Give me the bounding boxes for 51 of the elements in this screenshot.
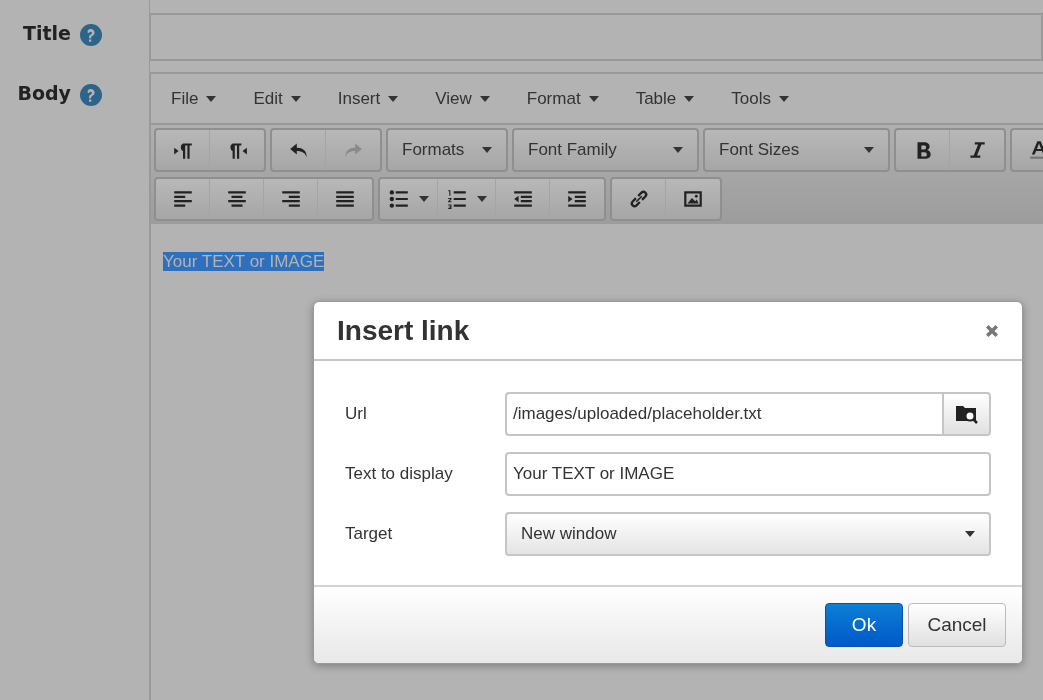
dialog-title: Insert link (337, 314, 470, 347)
editor-text: Your TEXT or IMAGE (163, 252, 325, 271)
dropdown-button[interactable]: Font Sizes (705, 130, 888, 170)
caret-icon (482, 147, 492, 153)
folder-search-icon (954, 403, 979, 425)
cancel-button[interactable]: Cancel (908, 603, 1006, 647)
align-center-icon (225, 188, 248, 210)
field-label: Target (345, 524, 394, 544)
menu-item[interactable]: Edit (241, 88, 313, 109)
help-icon[interactable] (80, 24, 102, 46)
field-label: Text to display (345, 464, 454, 484)
browse-button[interactable] (942, 392, 991, 436)
menu-item[interactable]: Tools (719, 88, 801, 109)
caret-icon (477, 196, 487, 202)
menu-item[interactable]: Insert (325, 88, 411, 109)
align-left-icon (171, 188, 194, 210)
numbered-list-icon (446, 188, 468, 210)
caret-icon (588, 95, 599, 102)
field-label: Body (17, 82, 71, 104)
text-field[interactable]: /images/uploaded/placeholder.txt (505, 392, 942, 436)
field-label: Title (23, 22, 71, 44)
menu-item[interactable]: Table (623, 88, 707, 109)
bullet-list-icon (388, 188, 410, 210)
field-label: Url (345, 404, 368, 424)
link-icon (627, 188, 650, 210)
caret-icon (684, 95, 695, 102)
close-icon[interactable] (984, 322, 1000, 339)
target-select[interactable]: New window (505, 512, 991, 556)
caret-icon (206, 95, 217, 102)
text-field[interactable]: Your TEXT or IMAGE (505, 452, 991, 496)
caret-icon (778, 95, 789, 102)
caret-icon (479, 95, 490, 102)
indent-icon (566, 188, 588, 210)
caret-icon (419, 196, 429, 202)
ok-button[interactable]: Ok (825, 603, 903, 647)
menu-item[interactable]: File (159, 88, 229, 109)
caret-icon (290, 95, 301, 102)
justify-icon (334, 188, 356, 210)
caret-icon (864, 147, 874, 153)
help-icon[interactable] (80, 84, 102, 106)
align-right-icon (279, 188, 302, 210)
caret-icon (965, 531, 975, 537)
caret-icon (388, 95, 399, 102)
menu-item[interactable]: Format (514, 88, 611, 109)
title-field[interactable] (149, 13, 1043, 61)
dropdown-button[interactable]: Formats (388, 130, 506, 170)
caret-icon (673, 147, 683, 153)
dropdown-button[interactable]: Font Family (514, 130, 697, 170)
outdent-icon (511, 188, 534, 210)
menu-item[interactable]: View (423, 88, 502, 109)
image-icon (682, 188, 704, 210)
